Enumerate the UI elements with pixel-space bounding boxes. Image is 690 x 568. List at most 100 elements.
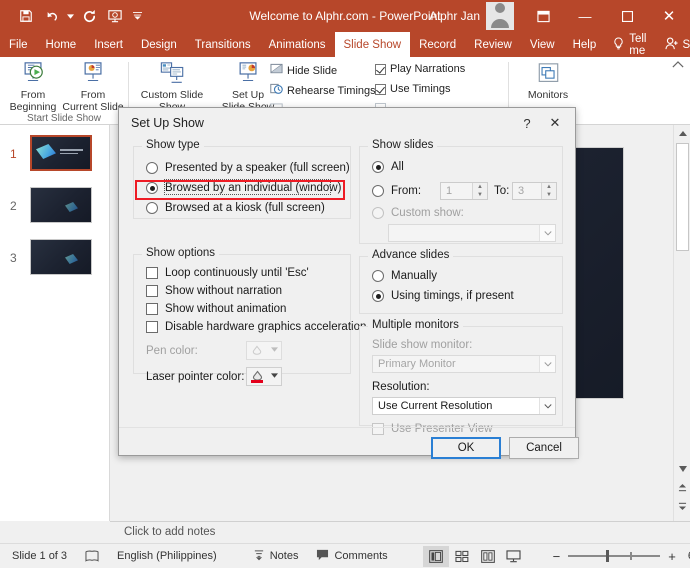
tab-slide-show[interactable]: Slide Show (334, 32, 411, 57)
language-label[interactable]: English (Philippines) (108, 550, 226, 562)
radio-custom-show-control[interactable] (372, 207, 384, 219)
to-slide-spinner[interactable]: 3 ▲ ▼ (512, 182, 557, 200)
from-beginning-button[interactable]: From Beginning (2, 59, 64, 113)
radio-from-slides[interactable]: From: (372, 185, 421, 197)
radio-from-slides-control[interactable] (372, 185, 384, 197)
notes-button[interactable]: Notes (244, 549, 308, 564)
undo-dropdown-icon[interactable] (66, 4, 75, 28)
scrollbar-thumb[interactable] (676, 143, 689, 251)
tab-record[interactable]: Record (410, 32, 465, 57)
to-slide-spin-buttons[interactable]: ▲ ▼ (541, 183, 556, 199)
slide-thumbnail-2[interactable]: 2 (0, 183, 110, 235)
tab-home[interactable]: Home (37, 32, 86, 57)
scroll-up-arrow[interactable] (674, 125, 690, 142)
resolution-combobox[interactable]: Use Current Resolution (372, 397, 556, 415)
slide-thumbnail-3[interactable]: 3 (0, 235, 110, 287)
collapse-ribbon-icon[interactable] (672, 60, 684, 72)
radio-presented-by-speaker[interactable]: Presented by a speaker (full screen) (146, 162, 350, 174)
radio-advance-using-timings[interactable]: Using timings, if present (372, 290, 514, 302)
normal-view-button[interactable] (422, 545, 449, 567)
tab-insert[interactable]: Insert (85, 32, 132, 57)
save-icon[interactable] (14, 4, 38, 28)
laser-pointer-color-dropdown-arrow[interactable] (267, 373, 281, 380)
scroll-down-arrow[interactable] (674, 460, 690, 477)
close-button[interactable]: ✕ (648, 0, 690, 32)
checkbox-disable-hardware-acceleration-control[interactable] (146, 321, 158, 333)
radio-browsed-at-kiosk[interactable]: Browsed at a kiosk (full screen) (146, 202, 325, 214)
slide-thumbnail-pane[interactable]: 1 2 3 (0, 125, 110, 521)
hide-slide-button[interactable]: Hide Slide (270, 63, 337, 78)
cancel-button[interactable]: Cancel (509, 437, 579, 459)
checkbox-show-without-narration[interactable]: Show without narration (146, 285, 282, 297)
slide-sorter-view-button[interactable] (449, 546, 475, 567)
reading-view-button[interactable] (475, 546, 501, 567)
tab-view[interactable]: View (521, 32, 564, 57)
zoom-out-button[interactable]: − (545, 549, 569, 564)
zoom-track[interactable] (568, 550, 661, 562)
slide-show-view-button[interactable] (501, 546, 527, 567)
custom-show-dropdown-arrow[interactable] (539, 225, 555, 241)
radio-advance-manually-control[interactable] (372, 270, 384, 282)
avatar[interactable] (486, 2, 514, 30)
checkbox-loop-continuously[interactable]: Loop continuously until 'Esc' (146, 267, 309, 279)
from-slide-spin-up[interactable]: ▲ (473, 183, 487, 191)
checkbox-disable-hardware-acceleration[interactable]: Disable hardware graphics acceleration (146, 321, 366, 333)
set-up-show-dialog[interactable]: Set Up Show ? ✕ Show type Presented by a… (118, 107, 579, 459)
from-current-slide-button[interactable]: From Current Slide (62, 59, 124, 113)
play-narrations-checkbox[interactable]: Play Narrations (375, 63, 465, 75)
radio-advance-manually[interactable]: Manually (372, 270, 437, 282)
radio-custom-show[interactable]: Custom show: (372, 207, 464, 219)
previous-slide-button[interactable] (674, 480, 690, 495)
zoom-knob[interactable] (606, 550, 610, 562)
comments-button[interactable]: Comments (307, 549, 396, 564)
custom-show-combobox[interactable] (388, 224, 556, 242)
checkbox-show-without-animation[interactable]: Show without animation (146, 303, 286, 315)
notes-pane[interactable]: Click to add notes (110, 521, 690, 543)
resolution-dropdown-arrow[interactable] (539, 398, 555, 414)
checkbox-use-presenter-view-control[interactable] (372, 423, 384, 435)
to-slide-spin-up[interactable]: ▲ (542, 183, 556, 191)
radio-advance-using-timings-control[interactable] (372, 290, 384, 302)
minimize-button[interactable]: — (564, 0, 606, 32)
tell-me-button[interactable]: Tell me (605, 32, 654, 57)
customize-qat-icon[interactable] (129, 4, 145, 28)
account-name[interactable]: Alphr Jan (429, 9, 480, 23)
share-button[interactable]: Share (655, 32, 690, 57)
use-timings-checkbox[interactable]: Use Timings (375, 83, 451, 95)
laser-pointer-color-button[interactable] (246, 367, 282, 386)
play-narrations-check[interactable] (375, 63, 386, 75)
from-slide-value[interactable]: 1 (441, 185, 452, 197)
checkbox-loop-continuously-control[interactable] (146, 267, 158, 279)
use-timings-check[interactable] (375, 83, 386, 95)
rehearse-timings-button[interactable]: Rehearse Timings (270, 83, 376, 98)
monitors-button[interactable]: Monitors (517, 59, 579, 101)
tab-design[interactable]: Design (132, 32, 186, 57)
ribbon-display-options-icon[interactable] (522, 0, 564, 32)
ok-button[interactable]: OK (431, 437, 501, 459)
from-slide-spin-buttons[interactable]: ▲ ▼ (472, 183, 487, 199)
next-slide-button[interactable] (674, 498, 690, 513)
zoom-level-label[interactable]: 64% (684, 550, 690, 562)
undo-icon[interactable] (40, 4, 64, 28)
radio-all-slides-control[interactable] (372, 161, 384, 173)
from-slide-spin-down[interactable]: ▼ (473, 191, 487, 199)
vertical-scrollbar[interactable] (673, 125, 690, 521)
radio-all-slides[interactable]: All (372, 161, 404, 173)
radio-presented-by-speaker-control[interactable] (146, 162, 158, 174)
pen-color-button[interactable] (246, 341, 282, 360)
slide-show-monitor-dropdown-arrow[interactable] (539, 356, 555, 372)
slide-count-label[interactable]: Slide 1 of 3 (0, 550, 76, 562)
maximize-button[interactable] (606, 0, 648, 32)
dialog-help-button[interactable]: ? (513, 110, 541, 136)
zoom-slider[interactable]: − + (545, 549, 684, 564)
tab-help[interactable]: Help (564, 32, 606, 57)
checkbox-use-presenter-view[interactable]: Use Presenter View (372, 423, 492, 435)
tab-file[interactable]: File (0, 32, 37, 57)
slide-show-monitor-combobox[interactable]: Primary Monitor (372, 355, 556, 373)
accessibility-icon[interactable] (76, 550, 108, 563)
zoom-in-button[interactable]: + (660, 549, 684, 564)
pen-color-dropdown-arrow[interactable] (267, 347, 281, 354)
tab-transitions[interactable]: Transitions (186, 32, 260, 57)
to-slide-spin-down[interactable]: ▼ (542, 191, 556, 199)
custom-slide-show-button[interactable]: Custom Slide Show (135, 59, 209, 113)
